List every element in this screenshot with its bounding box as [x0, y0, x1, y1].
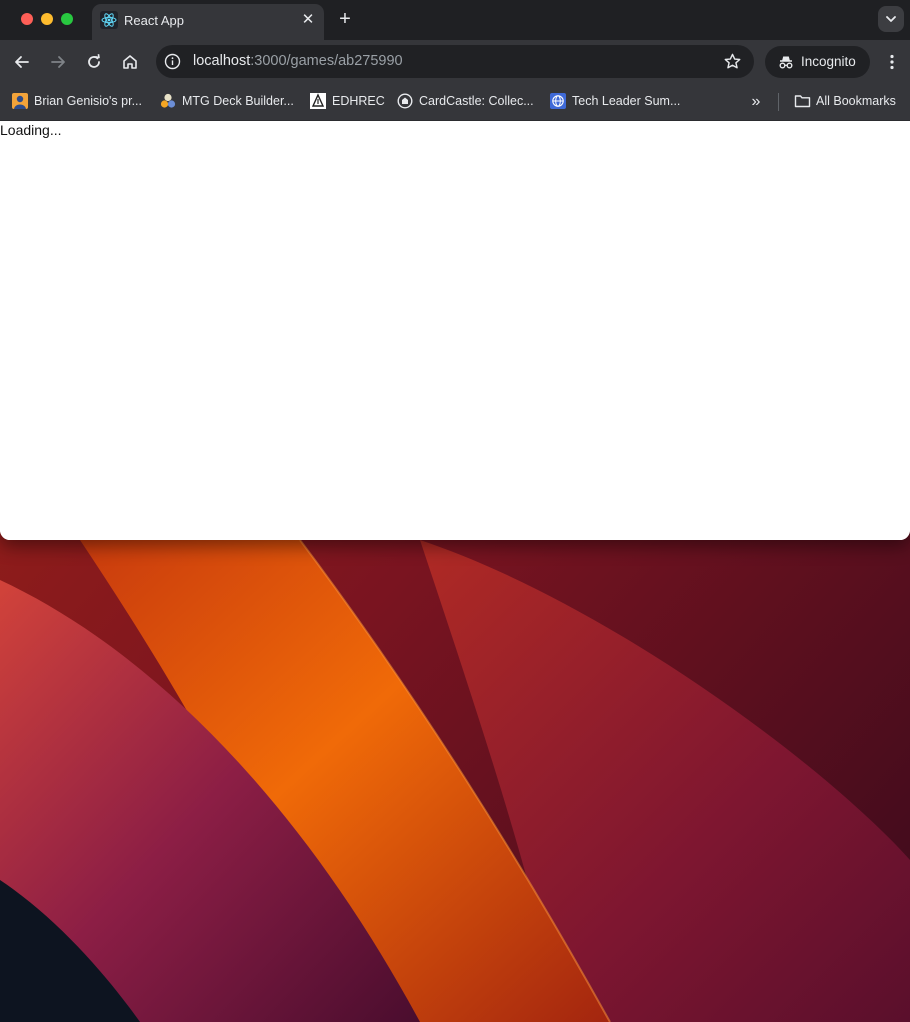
incognito-badge[interactable]: Incognito	[765, 46, 870, 78]
site-info-icon[interactable]	[164, 53, 181, 70]
address-bar[interactable]: localhost:3000/games/ab275990	[156, 45, 754, 78]
mtg-icon	[160, 93, 176, 109]
loading-text: Loading...	[0, 122, 62, 138]
toolbar: localhost:3000/games/ab275990 Incognito	[0, 40, 910, 84]
bookmarks-overflow-button[interactable]: »	[746, 92, 766, 112]
zoom-window-button[interactable]	[61, 13, 73, 25]
tab-strip: React App ✕ +	[0, 0, 910, 40]
edhrec-icon	[310, 93, 326, 109]
chevron-down-icon	[886, 16, 896, 22]
tab-react-app[interactable]: React App ✕	[92, 4, 324, 40]
cardcastle-icon	[397, 93, 413, 109]
new-tab-button[interactable]: +	[335, 8, 355, 30]
incognito-label: Incognito	[801, 54, 856, 69]
minimize-window-button[interactable]	[41, 13, 53, 25]
folder-icon	[794, 93, 811, 109]
incognito-icon	[777, 53, 795, 71]
forward-icon[interactable]	[48, 52, 68, 72]
bookmarks-bar: Brian Genisio's pr... MTG Deck Builder..…	[0, 84, 910, 121]
back-icon[interactable]	[12, 52, 32, 72]
react-icon	[100, 11, 118, 29]
page-content: Loading...	[0, 121, 910, 540]
profile-icon	[12, 93, 28, 109]
tab-title: React App	[124, 13, 184, 28]
home-icon[interactable]	[120, 52, 140, 72]
url-text: localhost:3000/games/ab275990	[193, 53, 403, 69]
browser-window: React App ✕ + localhost:3000/games/ab275…	[0, 0, 910, 540]
more-menu-icon[interactable]	[882, 52, 902, 72]
globe-icon	[550, 93, 566, 109]
close-window-button[interactable]	[21, 13, 33, 25]
reload-icon[interactable]	[84, 52, 104, 72]
bookmarks-divider	[778, 93, 779, 111]
bookmark-star-icon[interactable]	[723, 52, 742, 71]
close-icon[interactable]: ✕	[300, 12, 316, 28]
tab-search-button[interactable]	[878, 6, 904, 32]
